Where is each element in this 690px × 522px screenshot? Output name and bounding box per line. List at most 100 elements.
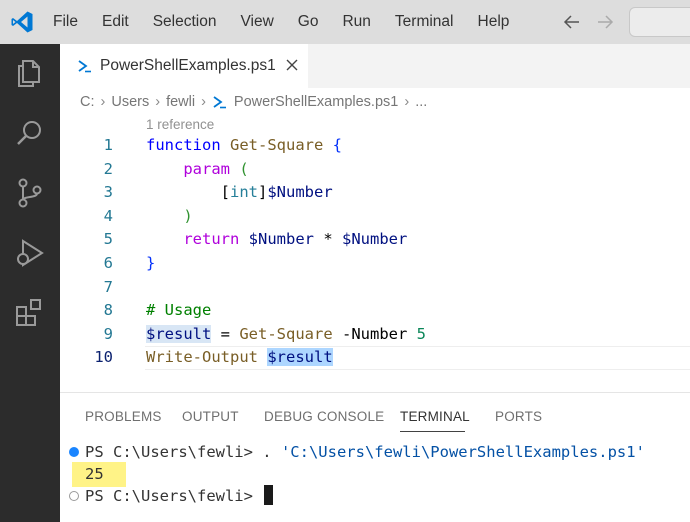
explorer-icon[interactable] [13,56,47,90]
active-tab-indicator [400,431,465,432]
code-text: function Get-Square { [146,134,342,158]
breadcrumb-drive[interactable]: C: [80,94,95,110]
code-line[interactable]: 2 param ( [60,158,690,182]
command-pending-dot-icon[interactable] [69,491,79,501]
code-token: ] [258,183,268,202]
command-center-search[interactable] [629,7,690,37]
code-line[interactable]: 6} [60,252,690,276]
breadcrumb-file[interactable]: PowerShellExamples.ps1 [234,94,398,110]
code-token: { [332,136,343,154]
terminal-prompt: PS C:\Users\fewli> . [85,443,281,461]
panel-tabs: PROBLEMS OUTPUT DEBUG CONSOLE TERMINAL P… [60,393,690,435]
code-token: * [314,230,342,249]
command-success-dot-icon[interactable] [69,447,79,457]
menu-view[interactable]: View [240,13,273,31]
line-number: 4 [103,206,113,225]
tab-problems[interactable]: PROBLEMS [85,409,162,424]
line-number: 6 [103,254,113,272]
line-number: 3 [103,183,113,202]
vscode-logo-icon [11,11,33,33]
run-debug-icon[interactable] [13,236,47,270]
code-token: 5 [416,324,426,343]
editor-tabs: PowerShellExamples.ps1 [60,44,690,88]
code-token: [ [220,183,230,202]
code-line[interactable]: 7 [60,276,690,300]
code-line[interactable]: 3 [int]$Number [60,181,690,205]
menu-help[interactable]: Help [478,13,510,31]
code-token: $Number [248,230,314,249]
close-icon[interactable] [284,57,300,73]
menu-file[interactable]: File [53,13,78,31]
code-text: param ( [146,158,249,182]
code-line[interactable]: 9 $result = Get-Square -Number 5 [60,323,690,347]
menu-selection[interactable]: Selection [153,13,217,31]
menu-run[interactable]: Run [342,13,370,31]
code-text: Write-Output $result [146,346,333,370]
code-text: ) [146,205,192,229]
code-token: $result [267,348,333,367]
line-number: 7 [103,277,113,296]
code-line[interactable]: 8 # Usage [60,299,690,323]
line-number: 10 [94,348,113,367]
code-token: $result [146,324,212,343]
code-line[interactable]: 10 Write-Output $result [60,346,690,370]
code-token: $Number [267,183,333,202]
powershell-icon [213,96,226,109]
chevron-right-icon: › [201,94,206,110]
chevron-right-icon: › [100,94,106,110]
code-text: return $Number * $Number [146,228,407,252]
search-icon[interactable] [13,116,47,150]
terminal-line-command: PS C:\Users\fewli> . 'C:\Users\fewli\Pow… [85,441,645,463]
code-token: int [230,183,258,202]
codelens-references[interactable]: 1 reference [146,117,214,132]
arrow-right-icon[interactable] [595,12,615,32]
code-text: $result = Get-Square -Number 5 [146,323,426,347]
code-token: ( [239,159,249,178]
tab-debug-console[interactable]: DEBUG CONSOLE [264,409,384,424]
code-token: Write-Output [146,348,258,367]
code-token: $Number [342,230,408,249]
line-number: 2 [103,159,113,178]
code-text: } [146,252,155,276]
terminal-output: 25 [85,465,104,483]
code-token: # Usage [146,301,212,320]
powershell-icon [78,60,91,73]
extensions-icon[interactable] [13,296,47,330]
terminal-prompt: PS C:\Users\fewli> [85,487,263,505]
code-token: -Number [332,324,417,343]
breadcrumb: C: › Users › fewli › PowerShellExamples.… [80,92,427,112]
menu-edit[interactable]: Edit [102,13,129,31]
menu-terminal[interactable]: Terminal [395,13,454,31]
arrow-left-icon[interactable] [562,12,582,32]
line-number: 8 [103,301,113,320]
tab-output[interactable]: OUTPUT [182,409,239,424]
code-line[interactable]: 1 function Get-Square { [60,134,690,158]
code-token: = [211,324,240,343]
chevron-right-icon: › [404,94,410,110]
breadcrumb-users[interactable]: Users [111,94,149,110]
title-bar: File Edit Selection View Go Run Terminal… [0,0,690,44]
code-line[interactable]: 4 ) [60,205,690,229]
menu-bar: File Edit Selection View Go Run Terminal… [53,0,533,44]
menu-go[interactable]: Go [298,13,319,31]
tab-terminal[interactable]: TERMINAL [400,409,470,424]
tab-ports[interactable]: PORTS [495,409,542,424]
source-control-icon[interactable] [13,176,47,210]
code-line[interactable]: 5 return $Number * $Number [60,228,690,252]
activity-bar [0,44,60,522]
code-editor[interactable]: 1 reference 1 function Get-Square {2 para… [60,112,690,377]
terminal-command-string: 'C:\Users\fewli\PowerShellExamples.ps1' [280,443,645,461]
code-text: # Usage [146,299,211,323]
code-text: [int]$Number [146,181,333,205]
breadcrumb-fewli[interactable]: fewli [166,94,195,110]
breadcrumb-symbol[interactable]: ... [415,94,427,110]
terminal-cursor [264,485,274,505]
tab-powershellexamples[interactable]: PowerShellExamples.ps1 [60,44,308,88]
